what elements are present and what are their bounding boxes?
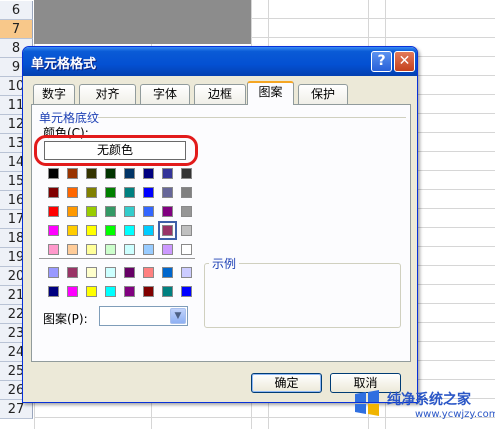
- color-swatch[interactable]: [162, 168, 173, 179]
- color-swatch[interactable]: [105, 168, 116, 179]
- color-swatch[interactable]: [67, 286, 78, 297]
- palette-divider: [39, 258, 195, 259]
- color-swatch[interactable]: [105, 244, 116, 255]
- color-swatch[interactable]: [143, 286, 154, 297]
- color-swatch[interactable]: [105, 206, 116, 217]
- color-swatch[interactable]: [48, 225, 59, 236]
- selected-cell-range[interactable]: [34, 0, 251, 44]
- color-swatch[interactable]: [124, 206, 135, 217]
- color-swatch[interactable]: [48, 168, 59, 179]
- color-swatch[interactable]: [86, 206, 97, 217]
- color-swatch[interactable]: [181, 168, 192, 179]
- color-swatch[interactable]: [86, 267, 97, 278]
- color-swatch[interactable]: [86, 286, 97, 297]
- color-swatch[interactable]: [67, 187, 78, 198]
- color-label: 颜色(C):: [43, 126, 89, 140]
- color-swatch[interactable]: [143, 187, 154, 198]
- row-header[interactable]: 6: [0, 1, 33, 20]
- color-swatch[interactable]: [124, 168, 135, 179]
- color-swatch[interactable]: [48, 267, 59, 278]
- sample-preview: [204, 263, 401, 328]
- watermark-url: www.ycwjzy.com: [415, 409, 495, 420]
- tab-font[interactable]: 字体: [140, 84, 190, 104]
- color-swatch[interactable]: [143, 225, 154, 236]
- color-swatch[interactable]: [143, 168, 154, 179]
- dialog-title: 单元格格式: [31, 57, 97, 72]
- dialog-titlebar[interactable]: 单元格格式 ? ✕: [23, 47, 417, 76]
- color-swatch[interactable]: [162, 206, 173, 217]
- color-swatch[interactable]: [162, 267, 173, 278]
- windows-logo-icon: [355, 390, 379, 416]
- color-swatch[interactable]: [67, 168, 78, 179]
- color-swatch[interactable]: [162, 187, 173, 198]
- color-swatch[interactable]: [181, 286, 192, 297]
- pattern-label: 图案(P):: [43, 312, 88, 326]
- color-swatch[interactable]: [181, 206, 192, 217]
- color-swatch[interactable]: [67, 244, 78, 255]
- color-swatch[interactable]: [105, 286, 116, 297]
- color-swatch[interactable]: [124, 187, 135, 198]
- format-cells-dialog: 单元格格式 ? ✕ 数字 对齐 字体 边框 图案 保护 单元格底纹 颜色(C):…: [22, 46, 418, 403]
- color-swatch[interactable]: [143, 244, 154, 255]
- color-swatch[interactable]: [124, 267, 135, 278]
- tab-number[interactable]: 数字: [33, 84, 75, 104]
- pattern-dropdown[interactable]: ▼: [99, 306, 188, 326]
- ok-button[interactable]: 确定: [251, 373, 322, 393]
- sample-label: 示例: [209, 255, 240, 272]
- color-swatch[interactable]: [105, 267, 116, 278]
- color-swatch[interactable]: [67, 206, 78, 217]
- color-swatch[interactable]: [162, 244, 173, 255]
- no-color-button[interactable]: 无颜色: [44, 141, 186, 160]
- color-swatch[interactable]: [86, 168, 97, 179]
- tab-alignment[interactable]: 对齐: [79, 84, 136, 104]
- color-swatch[interactable]: [67, 225, 78, 236]
- watermark-name: 纯净系统之家: [387, 392, 471, 408]
- section-divider: [98, 117, 406, 118]
- color-swatch[interactable]: [124, 286, 135, 297]
- tab-protection[interactable]: 保护: [298, 84, 348, 104]
- color-swatch[interactable]: [181, 187, 192, 198]
- color-swatch[interactable]: [143, 206, 154, 217]
- close-button[interactable]: ✕: [394, 51, 415, 72]
- color-swatch[interactable]: [105, 187, 116, 198]
- color-swatch[interactable]: [124, 225, 135, 236]
- row-header[interactable]: 7: [0, 20, 33, 39]
- color-swatch[interactable]: [48, 286, 59, 297]
- tab-border[interactable]: 边框: [194, 84, 246, 104]
- patterns-panel: 单元格底纹 颜色(C): 无颜色 示例 图案(P): ▼: [31, 104, 411, 362]
- color-swatch[interactable]: [48, 244, 59, 255]
- color-swatch[interactable]: [181, 244, 192, 255]
- color-swatch[interactable]: [162, 286, 173, 297]
- color-swatch[interactable]: [181, 267, 192, 278]
- color-swatch[interactable]: [86, 225, 97, 236]
- color-swatch[interactable]: [181, 225, 192, 236]
- watermark: 纯净系统之家 www.ycwjzy.com: [345, 385, 495, 429]
- help-button[interactable]: ?: [371, 51, 392, 72]
- color-swatch[interactable]: [86, 187, 97, 198]
- color-swatch[interactable]: [158, 221, 177, 240]
- chevron-down-icon[interactable]: ▼: [170, 308, 186, 324]
- color-swatch[interactable]: [124, 244, 135, 255]
- color-swatch[interactable]: [48, 187, 59, 198]
- color-swatch[interactable]: [86, 244, 97, 255]
- color-swatch[interactable]: [105, 225, 116, 236]
- color-swatch[interactable]: [48, 206, 59, 217]
- color-swatch[interactable]: [67, 267, 78, 278]
- tab-patterns[interactable]: 图案: [247, 81, 294, 105]
- color-swatch[interactable]: [143, 267, 154, 278]
